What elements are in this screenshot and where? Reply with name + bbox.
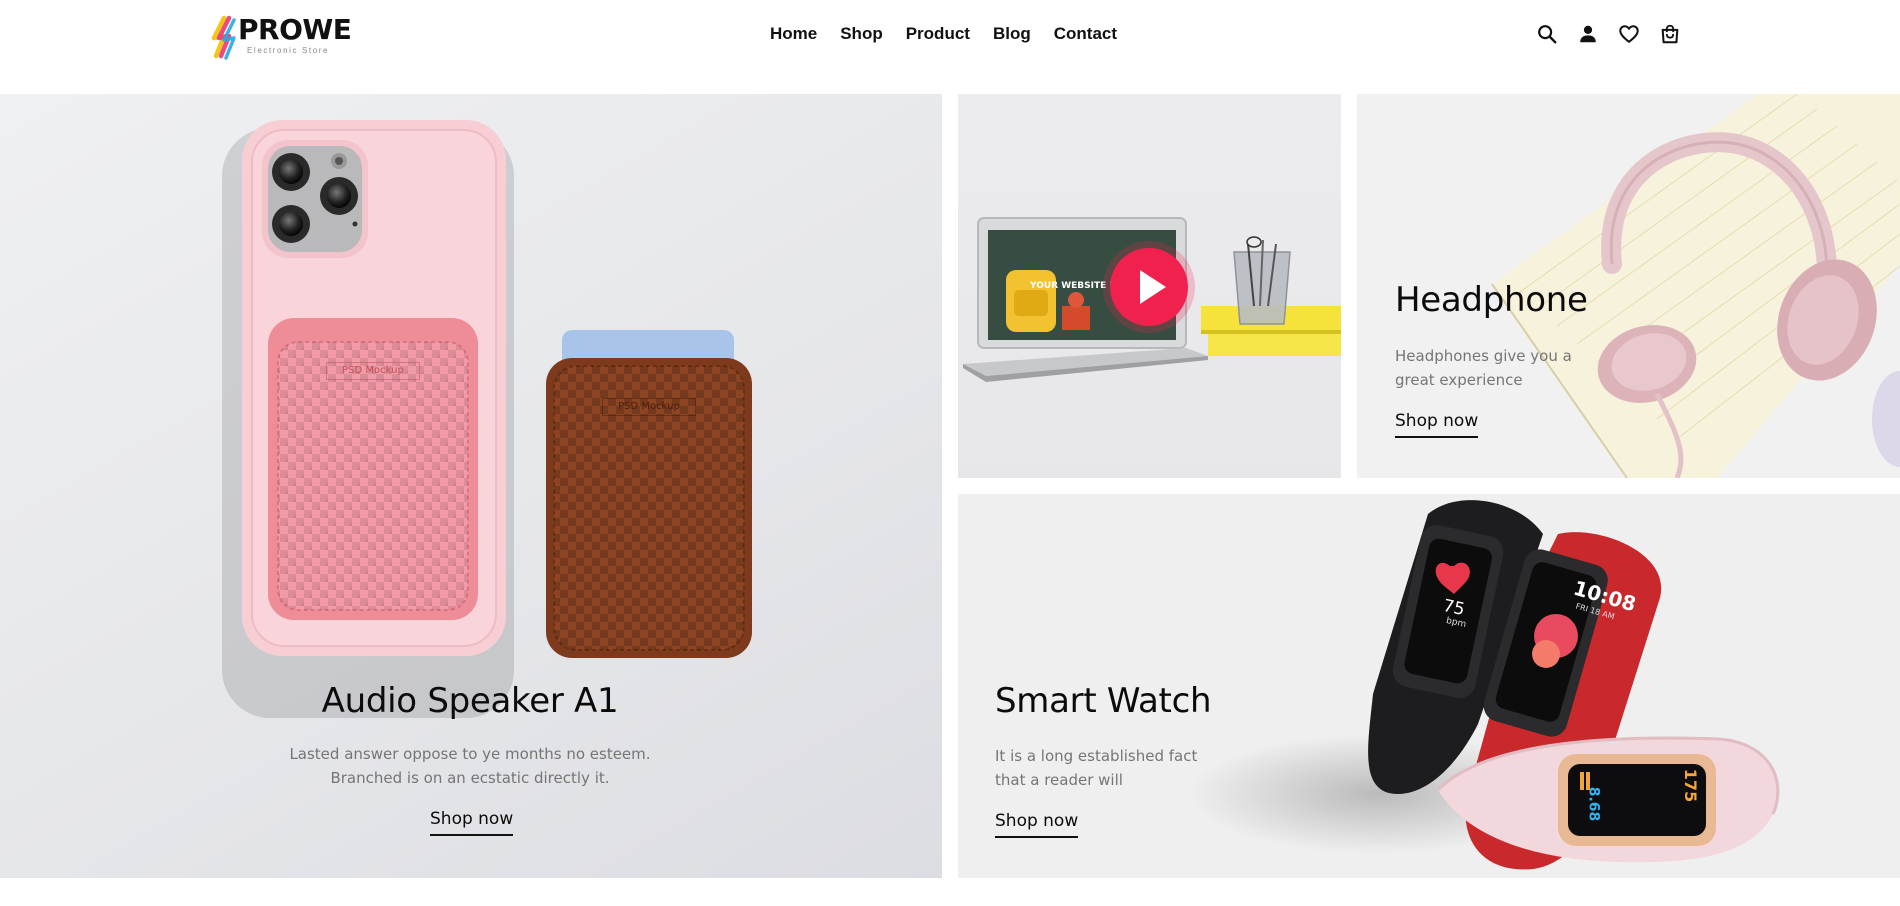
- site-header: PROWE Electronic Store Home Shop Product…: [0, 0, 1900, 94]
- banner-description: It is a long established fact that a rea…: [995, 744, 1225, 792]
- shop-now-link[interactable]: Shop now: [1395, 411, 1479, 438]
- banner-title: Smart Watch: [995, 681, 1212, 721]
- search-icon[interactable]: [1536, 22, 1558, 46]
- banner-description-line: Headphones give you a: [1395, 347, 1572, 365]
- banner-description-line: Branched is on an ecstatic directly it.: [330, 769, 610, 787]
- banner-description: Lasted answer oppose to ye months no est…: [0, 742, 940, 790]
- banner-title: Audio Speaker A1: [321, 681, 619, 721]
- user-icon[interactable]: [1577, 22, 1599, 46]
- nav-item-home[interactable]: Home: [770, 22, 817, 48]
- mockup-label-text: PSD Mockup: [342, 365, 404, 376]
- watch-distance-value: 8.68: [1585, 786, 1602, 822]
- mockup-label-pink: PSD Mockup: [326, 362, 420, 380]
- watch-steps-value: 175: [1681, 768, 1701, 803]
- mockup-label-brown: PSD Mockup: [602, 398, 696, 416]
- banner-audio-speaker[interactable]: PSD Mockup PSD Mockup Audio Speaker A1 L…: [0, 94, 942, 878]
- bag-icon[interactable]: [1659, 22, 1681, 46]
- video-play-button-inner: [1110, 248, 1188, 326]
- banner-description-line: It is a long established fact: [995, 747, 1198, 765]
- nav-item-blog[interactable]: Blog: [993, 22, 1031, 48]
- banner-smart-watch[interactable]: 75 bpm 10:08 FRI 18 AM 175 8.68 Smart Wa…: [958, 494, 1900, 878]
- shop-now-link[interactable]: Shop now: [995, 811, 1079, 838]
- banner-description-line: that a reader will: [995, 771, 1123, 789]
- shop-now-link[interactable]: Shop now: [430, 809, 514, 836]
- main-nav-list: Home Shop Product Blog Contact: [770, 22, 1117, 48]
- banner-description: Headphones give you a great experience: [1395, 344, 1595, 392]
- mockup-label-text: PSD Mockup: [618, 401, 680, 412]
- banner-description-line: great experience: [1395, 371, 1523, 389]
- banner-title: Headphone: [1395, 280, 1588, 320]
- header-actions: [1536, 20, 1681, 48]
- nav-item-shop[interactable]: Shop: [840, 22, 883, 48]
- video-play-button[interactable]: [1103, 241, 1195, 333]
- banner-description-line: Lasted answer oppose to ye months no est…: [289, 745, 651, 763]
- heart-icon[interactable]: [1618, 22, 1640, 46]
- banner-headphone[interactable]: Headphone Headphones give you a great ex…: [1357, 94, 1900, 478]
- nav-item-contact[interactable]: Contact: [1054, 22, 1117, 48]
- play-icon: [1140, 270, 1166, 304]
- nav-item-product[interactable]: Product: [906, 22, 970, 48]
